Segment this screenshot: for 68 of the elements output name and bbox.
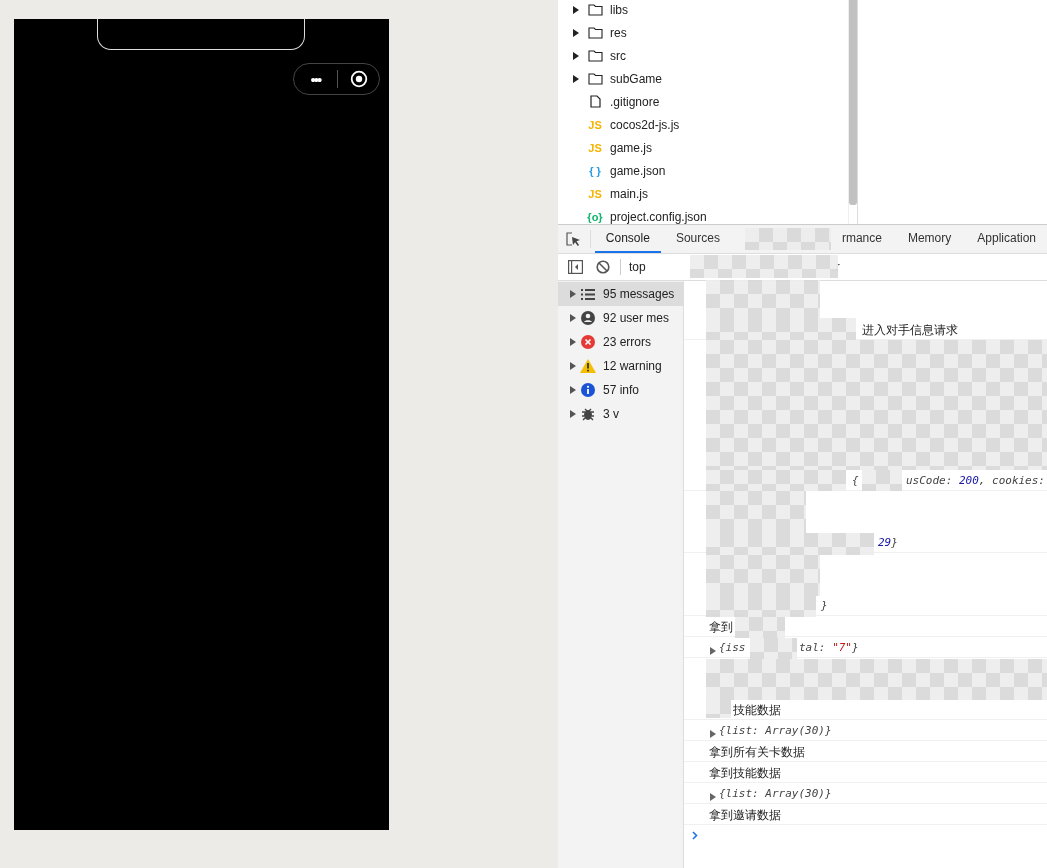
object-preview[interactable]: 29}	[878, 536, 898, 549]
prompt-icon	[692, 830, 698, 840]
devtools-tab[interactable]: Sources	[664, 225, 731, 253]
log-message: 进入对手信息请求	[862, 322, 958, 339]
object-preview[interactable]: {	[852, 474, 859, 487]
expand-arrow-icon[interactable]	[572, 74, 580, 83]
log-message: 拿到邀请数据	[709, 807, 781, 824]
file-tree-item[interactable]: { } game.json	[558, 159, 848, 182]
file-type-icon: { }	[589, 164, 601, 177]
folder-icon	[587, 72, 603, 85]
info-icon	[581, 383, 595, 397]
sidebar-toggle-icon[interactable]	[567, 260, 583, 274]
context-selector[interactable]: top	[629, 260, 646, 274]
scrollbar-thumb[interactable]	[849, 0, 857, 205]
record-icon[interactable]	[350, 70, 368, 88]
log-message: 技能数据	[733, 702, 781, 719]
expand-arrow-icon[interactable]	[570, 338, 577, 346]
expand-arrow-icon[interactable]	[570, 314, 577, 322]
log-message: 拿到所有关卡数据	[709, 744, 805, 761]
bug-icon	[581, 407, 595, 421]
folder-icon	[587, 26, 603, 39]
file-tree-item[interactable]: .gitignore	[558, 90, 848, 113]
error-icon	[581, 335, 595, 349]
object-preview[interactable]: {list: Array(30)}	[719, 724, 832, 737]
log-message: 拿到技能数据	[709, 765, 781, 782]
file-tree-item[interactable]: res	[558, 21, 848, 44]
file-tree-item[interactable]: libs	[558, 0, 848, 21]
object-preview[interactable]: {list: Array(30)}	[719, 787, 832, 800]
file-icon	[589, 95, 601, 108]
inspect-icon[interactable]	[566, 231, 582, 247]
user-icon	[581, 311, 595, 325]
clear-icon[interactable]	[596, 260, 610, 274]
sidebar-item[interactable]: 23 errors	[558, 330, 683, 354]
expand-arrow-icon[interactable]	[572, 51, 580, 60]
file-tree-item[interactable]: JS main.js	[558, 182, 848, 205]
expand-arrow-icon[interactable]	[572, 5, 580, 14]
sidebar-item[interactable]: 95 messages	[558, 282, 683, 306]
object-preview[interactable]: }	[821, 599, 828, 612]
expand-arrow-icon[interactable]	[570, 386, 577, 394]
devtools-tab[interactable]: Memory	[896, 225, 963, 253]
file-tree-item[interactable]: src	[558, 44, 848, 67]
devtools-tab[interactable]: Console	[594, 225, 661, 253]
devtools-tab[interactable]: Application	[966, 225, 1047, 253]
log-message: 拿到	[709, 619, 733, 636]
object-preview[interactable]: usCode: 200, cookies:	[905, 474, 1045, 487]
file-type-icon: JS	[588, 187, 602, 200]
expand-arrow-icon[interactable]	[570, 410, 577, 418]
devtools-tab[interactable]: rmance	[830, 225, 893, 253]
sidebar-item[interactable]: 92 user mes	[558, 306, 683, 330]
sidebar-item[interactable]: 12 warning	[558, 354, 683, 378]
folder-icon	[587, 49, 603, 62]
file-type-icon: JS	[588, 141, 602, 154]
file-tree-item[interactable]: {o} project.config.json	[558, 205, 848, 228]
expand-arrow-icon[interactable]	[570, 362, 577, 370]
folder-icon	[587, 3, 603, 16]
file-tree-item[interactable]: subGame	[558, 67, 848, 90]
object-preview[interactable]: {iss	[719, 641, 746, 654]
sidebar-item[interactable]: 3 v	[558, 402, 683, 426]
more-button[interactable]: •••	[294, 70, 337, 88]
object-preview[interactable]: tal: "7"}	[799, 641, 859, 654]
sidebar-item[interactable]: 57 info	[558, 378, 683, 402]
list-icon	[581, 288, 595, 300]
file-type-icon: JS	[588, 118, 602, 131]
file-tree-item[interactable]: JS cocos2d-js.js	[558, 113, 848, 136]
expand-arrow-icon[interactable]	[572, 28, 580, 37]
file-type-icon: {o}	[587, 210, 603, 223]
file-tree-item[interactable]: JS game.js	[558, 136, 848, 159]
warning-icon	[580, 359, 596, 373]
